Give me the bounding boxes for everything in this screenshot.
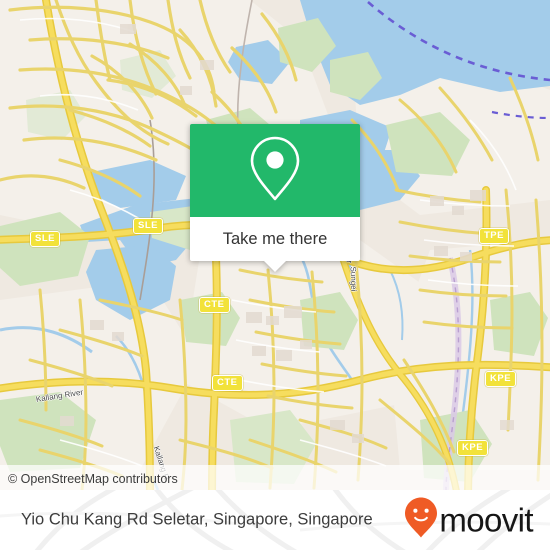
road-shield: KPE (457, 440, 489, 456)
road-shield: CTE (212, 375, 243, 391)
popup-cta-label: Take me there (222, 229, 328, 248)
map-label-sungei: Sungei (348, 266, 359, 292)
map-attribution-text[interactable]: © OpenStreetMap contributors (8, 472, 178, 486)
popup-cta[interactable]: Take me there (190, 217, 360, 261)
moovit-location-card: SLE SLE CTE CTE TPE KPE KPE Kallang Rive… (0, 0, 550, 550)
road-shield: CTE (199, 297, 230, 313)
map-pin-icon (247, 133, 303, 208)
popup-pointer-tail (264, 261, 286, 272)
page-title: Yio Chu Kang Rd Seletar, Singapore, Sing… (21, 510, 373, 529)
popup-header (190, 124, 360, 217)
road-shield: SLE (30, 231, 60, 247)
road-shield: KPE (485, 371, 517, 387)
moovit-pin-smiley-icon (404, 497, 438, 544)
footer-bar: Yio Chu Kang Rd Seletar, Singapore, Sing… (0, 490, 550, 550)
road-shield: SLE (133, 218, 163, 234)
moovit-logo[interactable]: moovit (404, 497, 534, 544)
moovit-wordmark: moovit (439, 501, 533, 539)
road-shield: TPE (479, 228, 509, 244)
location-popup-card[interactable]: Take me there (190, 124, 360, 272)
